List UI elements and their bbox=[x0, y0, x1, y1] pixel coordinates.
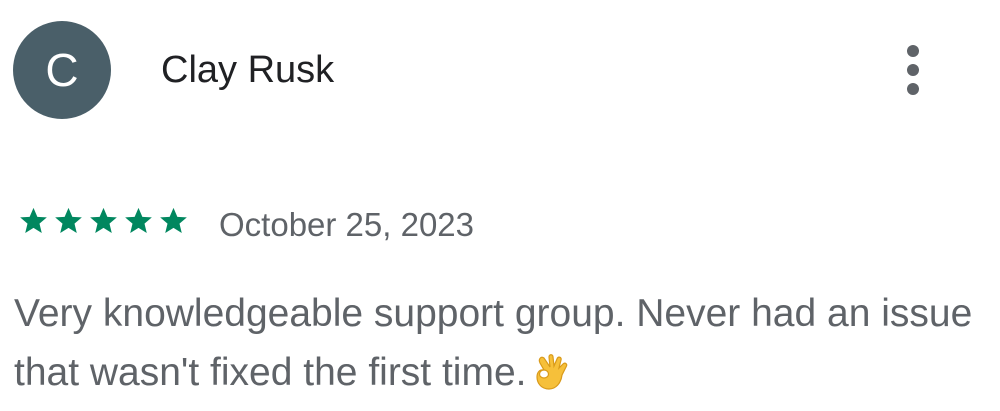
more-vert-icon bbox=[907, 45, 919, 57]
ok-hand-icon bbox=[536, 354, 568, 390]
review-date: October 25, 2023 bbox=[219, 206, 475, 243]
star-icon bbox=[20, 207, 47, 233]
author-name: Clay Rusk bbox=[161, 49, 335, 91]
avatar-initial: C bbox=[45, 44, 79, 96]
more-vert-icon-dot bbox=[907, 64, 919, 76]
star-rating bbox=[16, 205, 191, 237]
review-card: C Clay Rusk October 25, 2023 Very knowle… bbox=[0, 0, 1000, 411]
review-text: Very knowledgeable support group. Never … bbox=[14, 284, 989, 402]
star-icon bbox=[55, 207, 82, 233]
avatar: C bbox=[13, 21, 111, 119]
star-icon bbox=[90, 207, 117, 233]
review-text-body: Very knowledgeable support group. Never … bbox=[14, 292, 973, 394]
more-vert-icon-dot bbox=[907, 83, 919, 95]
star-icon bbox=[160, 207, 187, 233]
more-options-button[interactable] bbox=[890, 40, 936, 100]
star-icon bbox=[125, 207, 152, 233]
